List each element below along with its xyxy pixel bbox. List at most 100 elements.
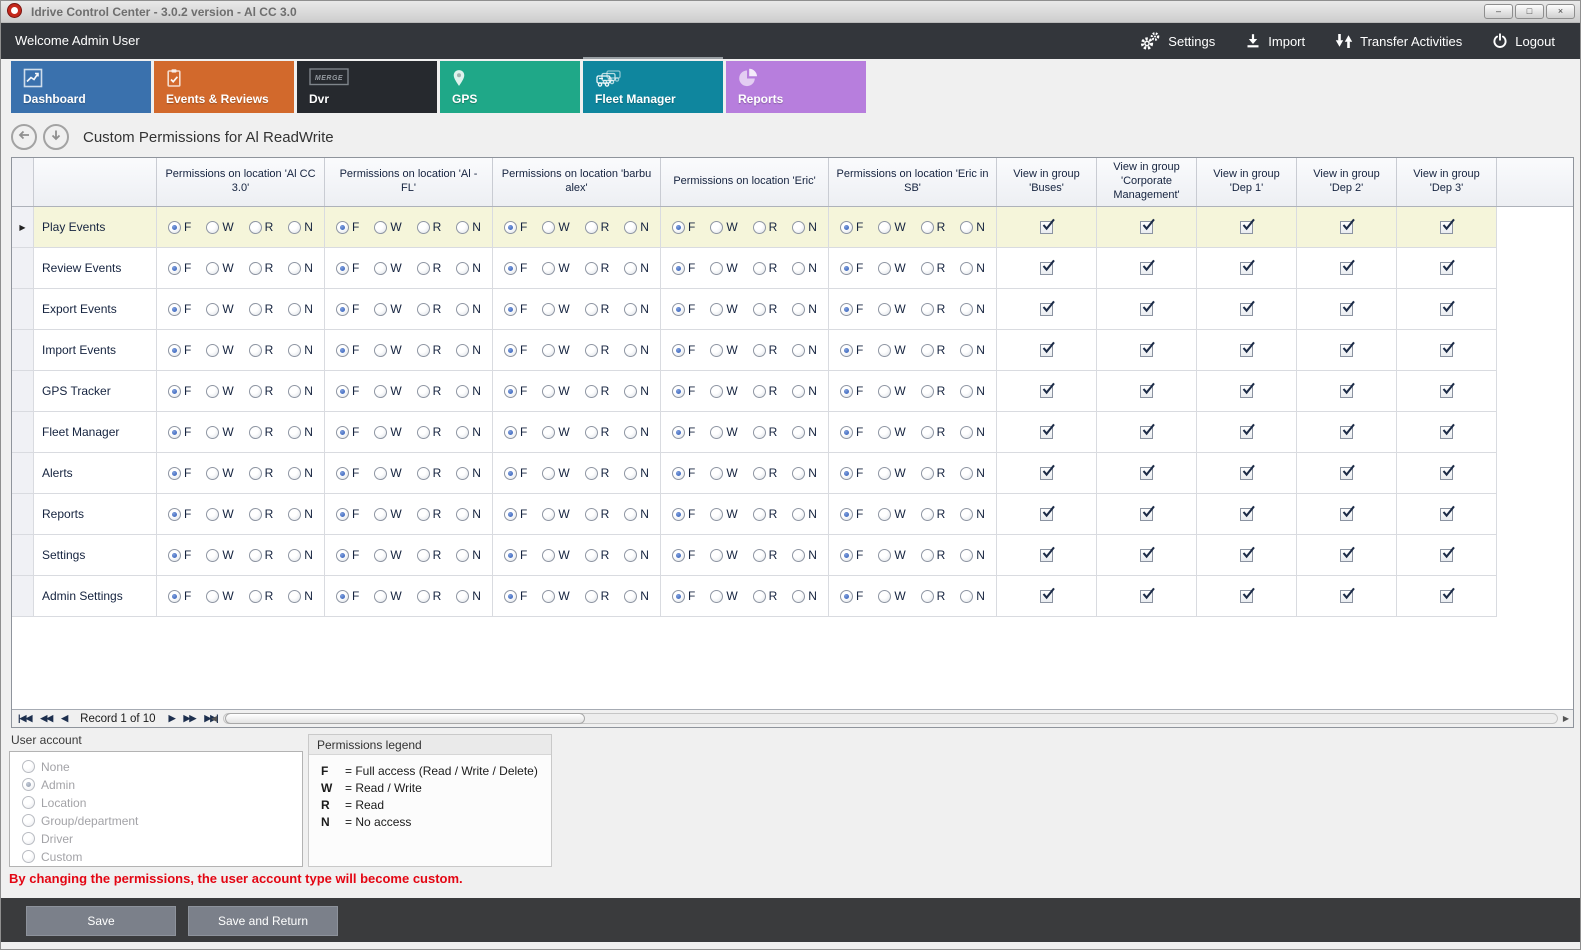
permission-radio-w[interactable] (878, 508, 891, 521)
permission-radio-n[interactable] (288, 508, 301, 521)
user-account-radio[interactable] (22, 778, 35, 791)
permission-radio-f[interactable] (672, 221, 685, 234)
permission-radio-r[interactable] (249, 303, 262, 316)
radio-option-w[interactable]: W (878, 384, 905, 398)
permission-radio-n[interactable] (624, 467, 637, 480)
radio-option-f[interactable]: F (168, 384, 191, 398)
permission-radio-r[interactable] (417, 467, 430, 480)
radio-option-f[interactable]: F (504, 343, 527, 357)
radio-option-r[interactable]: R (921, 302, 946, 316)
permission-radio-f[interactable] (504, 590, 517, 603)
radio-option-n[interactable]: N (960, 589, 985, 603)
permission-radio-n[interactable] (792, 549, 805, 562)
radio-option-r[interactable]: R (921, 343, 946, 357)
permission-radio-n[interactable] (792, 426, 805, 439)
group-view-checkbox[interactable] (1340, 262, 1353, 275)
permission-radio-n[interactable] (456, 344, 469, 357)
permission-radio-n[interactable] (456, 262, 469, 275)
group-view-checkbox[interactable] (1440, 467, 1453, 480)
radio-option-r[interactable]: R (585, 425, 610, 439)
permission-radio-r[interactable] (921, 262, 934, 275)
permission-radio-w[interactable] (710, 508, 723, 521)
radio-option-n[interactable]: N (456, 425, 481, 439)
group-view-checkbox[interactable] (1440, 262, 1453, 275)
user-account-option-none[interactable]: None (22, 760, 302, 773)
group-view-checkbox[interactable] (1140, 549, 1153, 562)
group-view-checkbox[interactable] (1240, 508, 1253, 521)
permission-radio-n[interactable] (288, 590, 301, 603)
radio-option-n[interactable]: N (792, 384, 817, 398)
permission-radio-r[interactable] (249, 426, 262, 439)
radio-option-w[interactable]: W (206, 343, 233, 357)
permission-radio-r[interactable] (249, 385, 262, 398)
permission-radio-n[interactable] (792, 303, 805, 316)
permission-radio-r[interactable] (921, 549, 934, 562)
permission-radio-f[interactable] (168, 344, 181, 357)
radio-option-f[interactable]: F (504, 589, 527, 603)
permission-radio-n[interactable] (960, 344, 973, 357)
permission-radio-n[interactable] (960, 508, 973, 521)
radio-option-f[interactable]: F (672, 343, 695, 357)
group-view-checkbox[interactable] (1440, 590, 1453, 603)
permission-radio-n[interactable] (288, 385, 301, 398)
permission-radio-r[interactable] (585, 262, 598, 275)
radio-option-n[interactable]: N (288, 466, 313, 480)
radio-option-r[interactable]: R (753, 548, 778, 562)
next-record-button[interactable]: ▶ (169, 713, 175, 724)
radio-option-n[interactable]: N (960, 261, 985, 275)
minimize-button[interactable]: – (1484, 4, 1513, 19)
permission-radio-n[interactable] (624, 303, 637, 316)
permission-radio-r[interactable] (417, 262, 430, 275)
permission-radio-f[interactable] (672, 385, 685, 398)
permission-radio-w[interactable] (542, 549, 555, 562)
permission-radio-n[interactable] (456, 508, 469, 521)
hscroll-right-arrow[interactable]: ▶ (1563, 710, 1569, 727)
radio-option-f[interactable]: F (168, 343, 191, 357)
radio-option-n[interactable]: N (624, 548, 649, 562)
user-account-option-driver[interactable]: Driver (22, 832, 302, 845)
radio-option-w[interactable]: W (710, 220, 737, 234)
maximize-button[interactable]: □ (1515, 4, 1544, 19)
radio-option-n[interactable]: N (456, 384, 481, 398)
user-account-radio[interactable] (22, 760, 35, 773)
radio-option-f[interactable]: F (672, 548, 695, 562)
radio-option-w[interactable]: W (710, 302, 737, 316)
permission-radio-f[interactable] (840, 344, 853, 357)
permission-radio-r[interactable] (753, 508, 766, 521)
permission-radio-r[interactable] (585, 221, 598, 234)
radio-option-n[interactable]: N (624, 589, 649, 603)
radio-option-r[interactable]: R (585, 548, 610, 562)
group-view-checkbox[interactable] (1340, 508, 1353, 521)
radio-option-n[interactable]: N (960, 220, 985, 234)
radio-option-n[interactable]: N (288, 548, 313, 562)
group-view-checkbox[interactable] (1440, 221, 1453, 234)
radio-option-r[interactable]: R (417, 302, 442, 316)
radio-option-w[interactable]: W (710, 548, 737, 562)
group-view-checkbox[interactable] (1240, 467, 1253, 480)
permission-radio-f[interactable] (168, 549, 181, 562)
radio-option-r[interactable]: R (921, 548, 946, 562)
radio-option-w[interactable]: W (374, 507, 401, 521)
permission-radio-f[interactable] (840, 467, 853, 480)
group-view-checkbox[interactable] (1440, 426, 1453, 439)
radio-option-w[interactable]: W (542, 507, 569, 521)
radio-option-r[interactable]: R (753, 261, 778, 275)
radio-option-n[interactable]: N (792, 220, 817, 234)
permission-radio-w[interactable] (206, 344, 219, 357)
radio-option-n[interactable]: N (960, 507, 985, 521)
radio-option-r[interactable]: R (921, 507, 946, 521)
radio-option-r[interactable]: R (249, 384, 274, 398)
permission-radio-n[interactable] (792, 385, 805, 398)
group-view-checkbox[interactable] (1040, 426, 1053, 439)
group-view-checkbox[interactable] (1440, 385, 1453, 398)
radio-option-f[interactable]: F (840, 425, 863, 439)
permission-radio-f[interactable] (840, 385, 853, 398)
radio-option-w[interactable]: W (878, 466, 905, 480)
permission-radio-n[interactable] (624, 426, 637, 439)
radio-option-r[interactable]: R (921, 589, 946, 603)
permission-radio-w[interactable] (542, 508, 555, 521)
permission-radio-f[interactable] (840, 426, 853, 439)
radio-option-n[interactable]: N (456, 302, 481, 316)
radio-option-n[interactable]: N (624, 466, 649, 480)
radio-option-r[interactable]: R (417, 343, 442, 357)
